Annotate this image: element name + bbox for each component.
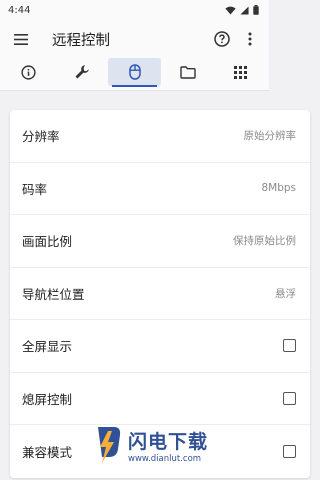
setting-aspect-ratio[interactable]: 画面比例 保持原始比例 xyxy=(10,215,310,268)
tab-apps[interactable] xyxy=(214,58,267,86)
wifi-icon xyxy=(225,6,236,15)
watermark-url: www.dianlut.com xyxy=(128,453,202,464)
setting-label: 熄屏控制 xyxy=(22,391,73,407)
battery-icon xyxy=(253,5,259,15)
menu-icon[interactable] xyxy=(12,30,30,48)
setting-resolution[interactable]: 分辨率 原始分辨率 xyxy=(10,110,310,163)
signal-icon xyxy=(240,5,249,15)
tab-divider xyxy=(0,90,269,91)
help-icon[interactable] xyxy=(211,28,233,50)
page-title: 远程控制 xyxy=(52,32,110,49)
lightning-logo-icon xyxy=(98,427,121,463)
tab-mouse[interactable] xyxy=(108,58,161,87)
setting-label: 导航栏位置 xyxy=(22,286,85,302)
compat-mode-checkbox[interactable] xyxy=(283,444,296,458)
setting-bitrate[interactable]: 码率 8Mbps xyxy=(10,163,310,215)
screen-off-checkbox[interactable] xyxy=(283,391,296,405)
setting-value: 保持原始比例 xyxy=(233,235,296,248)
info-icon xyxy=(21,64,36,80)
setting-label: 分辨率 xyxy=(22,129,60,145)
watermark-brand: 闪电下载 xyxy=(128,430,209,453)
setting-label: 码率 xyxy=(22,181,48,197)
grid-icon xyxy=(234,65,247,79)
tab-files[interactable] xyxy=(161,58,214,86)
more-vert-icon[interactable] xyxy=(239,28,261,50)
setting-label: 兼容模式 xyxy=(22,444,73,460)
watermark: 闪电下载 www.dianlut.com xyxy=(92,420,262,470)
app-bar: 远程控制 xyxy=(0,20,269,58)
status-time: 4:44 xyxy=(8,4,31,16)
setting-label: 画面比例 xyxy=(22,234,73,250)
setting-label: 全屏显示 xyxy=(22,339,73,355)
status-icons xyxy=(225,5,259,15)
tab-tools[interactable] xyxy=(55,58,108,86)
tab-info[interactable] xyxy=(2,58,55,86)
mouse-icon xyxy=(128,64,141,80)
fullscreen-checkbox[interactable] xyxy=(283,339,296,353)
status-bar: 4:44 xyxy=(0,0,269,20)
setting-value: 悬浮 xyxy=(275,287,296,300)
setting-value: 原始分辨率 xyxy=(243,130,297,143)
tab-bar xyxy=(0,58,269,90)
wrench-icon xyxy=(75,65,89,79)
setting-value: 8Mbps xyxy=(261,182,296,195)
setting-screen-off-control[interactable]: 熄屏控制 xyxy=(10,373,310,425)
setting-fullscreen[interactable]: 全屏显示 xyxy=(10,320,310,373)
setting-navbar-position[interactable]: 导航栏位置 悬浮 xyxy=(10,268,310,320)
folder-icon xyxy=(179,65,196,79)
